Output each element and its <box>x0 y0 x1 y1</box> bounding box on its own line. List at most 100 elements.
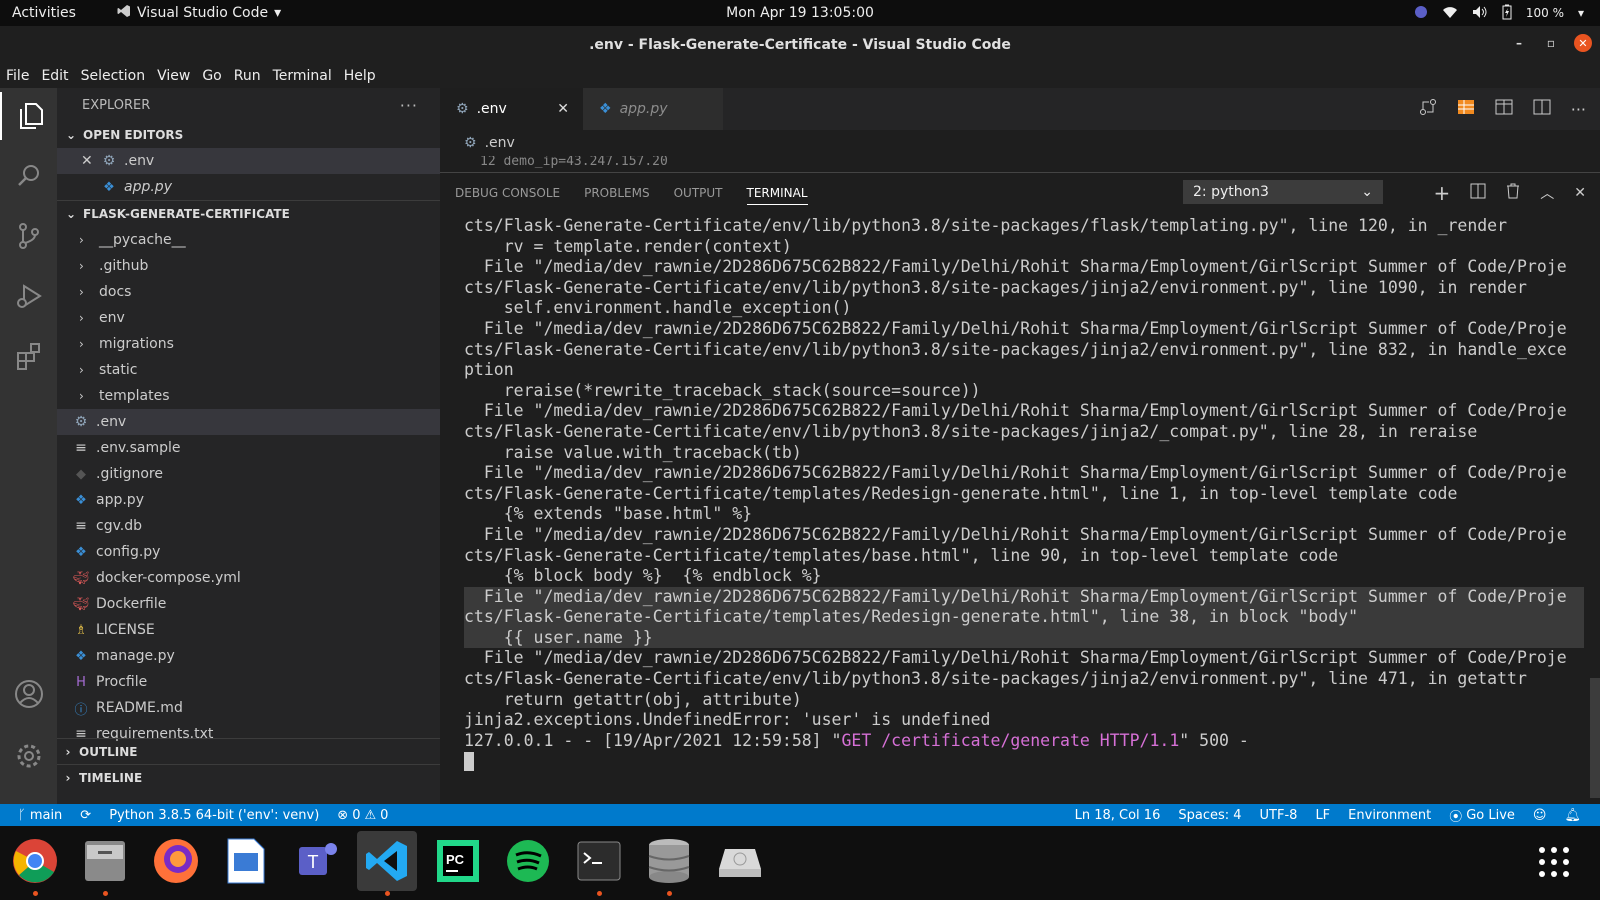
folder-item[interactable]: › .github <box>57 253 440 279</box>
folder-item[interactable]: › migrations <box>57 331 440 357</box>
outline-section[interactable]: › OUTLINE <box>57 738 440 765</box>
explorer-icon[interactable] <box>0 92 59 140</box>
new-terminal-icon[interactable]: + <box>1434 181 1451 205</box>
maximize-button[interactable]: ▫ <box>1542 34 1560 52</box>
accounts-icon[interactable] <box>0 670 57 718</box>
system-tray[interactable]: 100 % ▾ <box>1414 0 1584 26</box>
language-mode[interactable]: Environment <box>1339 808 1440 823</box>
menu-view[interactable]: View <box>151 68 196 84</box>
split-terminal-icon[interactable] <box>1470 183 1486 203</box>
chrome-icon[interactable] <box>5 831 65 896</box>
breadcrumb[interactable]: ⚙ .env <box>440 130 1600 156</box>
vscode-icon[interactable] <box>357 831 417 896</box>
clock[interactable]: Mon Apr 19 13:05:00 <box>726 5 874 21</box>
tab-env[interactable]: ⚙ .env ✕ <box>440 88 583 130</box>
menu-help[interactable]: Help <box>338 68 382 84</box>
file-item[interactable]: 🐳︎ docker-compose.yml <box>57 565 440 591</box>
panel-tab-problems[interactable]: PROBLEMS <box>572 173 662 213</box>
maximize-panel-icon[interactable]: ︿ <box>1540 183 1554 203</box>
tab-app-py[interactable]: ❖ app.py <box>583 88 723 130</box>
bell-icon[interactable]: 🔔︎ <box>1555 808 1590 823</box>
file-item[interactable]: ♗ LICENSE <box>57 617 440 643</box>
source-control-icon[interactable] <box>0 212 57 260</box>
file-item[interactable]: ≡ cgv.db <box>57 513 440 539</box>
open-editor-item[interactable]: ✕ ⚙ .env <box>57 148 440 174</box>
folder-item[interactable]: › docs <box>57 279 440 305</box>
close-window-button[interactable]: ✕ <box>1574 34 1592 52</box>
split-editor-icon[interactable] <box>1533 98 1551 120</box>
folder-item[interactable]: › templates <box>57 383 440 409</box>
database-icon[interactable] <box>639 831 699 896</box>
timeline-title: TIMELINE <box>79 771 143 785</box>
close-icon[interactable]: ✕ <box>81 153 95 169</box>
menu-selection[interactable]: Selection <box>75 68 152 84</box>
folder-item[interactable]: › static <box>57 357 440 383</box>
panel-tab-debug-console[interactable]: DEBUG CONSOLE <box>443 173 572 213</box>
file-item[interactable]: 🐳︎ Dockerfile <box>57 591 440 617</box>
trash-icon[interactable] <box>1506 183 1520 203</box>
show-apps-icon[interactable] <box>1536 844 1572 880</box>
terminal-line: cts/Flask-Generate-Certificate/env/lib/p… <box>464 339 1567 359</box>
timeline-section[interactable]: › TIMELINE <box>57 764 440 791</box>
menu-edit[interactable]: Edit <box>35 68 74 84</box>
minimize-button[interactable]: – <box>1510 34 1528 52</box>
terminal-output[interactable]: cts/Flask-Generate-Certificate/env/lib/p… <box>464 216 1584 772</box>
chevron-right-icon: › <box>65 745 71 759</box>
close-tab-icon[interactable]: ✕ <box>557 101 569 117</box>
more-actions-icon[interactable]: ··· <box>400 96 418 115</box>
preview-table-icon[interactable] <box>1457 98 1475 120</box>
go-live-button[interactable]: ⦿ Go Live <box>1440 806 1524 825</box>
terminal-scrollbar[interactable] <box>1590 678 1600 798</box>
chevron-right-icon: › <box>79 311 84 325</box>
writer-icon[interactable] <box>216 831 276 891</box>
file-item[interactable]: ❖ app.py <box>57 487 440 513</box>
python-interpreter[interactable]: Python 3.8.5 64-bit ('env': venv) <box>100 808 328 823</box>
indentation[interactable]: Spaces: 4 <box>1169 808 1250 823</box>
encoding[interactable]: UTF-8 <box>1251 808 1307 823</box>
open-preview-icon[interactable] <box>1495 98 1513 120</box>
file-item[interactable]: ≡ .env.sample <box>57 435 440 461</box>
pycharm-icon[interactable]: PC <box>428 831 488 891</box>
file-item[interactable]: ⚙ .env <box>57 409 440 435</box>
more-actions-icon[interactable]: ··· <box>1571 100 1586 119</box>
file-item[interactable]: ◆ .gitignore <box>57 461 440 487</box>
end-of-line[interactable]: LF <box>1306 808 1339 823</box>
teams-icon[interactable]: T <box>287 831 347 891</box>
sync-button[interactable]: ⟳ <box>71 808 100 823</box>
activities-button[interactable]: Activities <box>0 5 107 21</box>
menu-file[interactable]: File <box>0 68 35 84</box>
git-branch[interactable]: ᚴ main <box>0 808 71 823</box>
terminal-select[interactable]: 2: python3 ⌄ <box>1183 180 1383 204</box>
feedback-icon[interactable]: ☺ <box>1524 808 1556 823</box>
file-item[interactable]: H Procfile <box>57 669 440 695</box>
file-item[interactable]: ⓘ README.md <box>57 695 440 721</box>
open-editors-section[interactable]: ⌄ OPEN EDITORS <box>57 122 440 148</box>
search-icon[interactable] <box>0 152 57 200</box>
teams-tray-icon[interactable] <box>1414 5 1428 22</box>
spotify-icon[interactable] <box>498 831 558 891</box>
file-item[interactable]: ❖ manage.py <box>57 643 440 669</box>
problems-status[interactable]: ⊗ 0 ⚠ 0 <box>328 808 397 823</box>
menu-go[interactable]: Go <box>196 68 227 84</box>
folder-item[interactable]: › __pycache__ <box>57 227 440 253</box>
menu-terminal[interactable]: Terminal <box>267 68 338 84</box>
project-section[interactable]: ⌄ FLASK-GENERATE-CERTIFICATE <box>57 200 440 227</box>
open-editor-item[interactable]: ❖ app.py <box>57 174 440 200</box>
license-icon: ♗ <box>75 622 87 638</box>
panel-tab-output[interactable]: OUTPUT <box>662 173 735 213</box>
app-menu[interactable]: Visual Studio Code ▾ <box>117 4 281 22</box>
cursor-position[interactable]: Ln 18, Col 16 <box>1066 808 1170 823</box>
terminal-icon[interactable] <box>569 831 629 896</box>
run-debug-icon[interactable] <box>0 272 57 320</box>
folder-item[interactable]: › env <box>57 305 440 331</box>
settings-gear-icon[interactable] <box>0 732 57 780</box>
compare-changes-icon[interactable] <box>1419 98 1437 120</box>
menu-run[interactable]: Run <box>228 68 267 84</box>
drive-icon[interactable] <box>710 831 770 891</box>
extensions-icon[interactable] <box>0 332 57 380</box>
file-item[interactable]: ❖ config.py <box>57 539 440 565</box>
files-icon[interactable] <box>75 831 135 896</box>
firefox-icon[interactable] <box>146 831 206 891</box>
panel-tab-terminal[interactable]: TERMINAL <box>735 173 820 213</box>
close-panel-icon[interactable]: ✕ <box>1574 185 1586 201</box>
